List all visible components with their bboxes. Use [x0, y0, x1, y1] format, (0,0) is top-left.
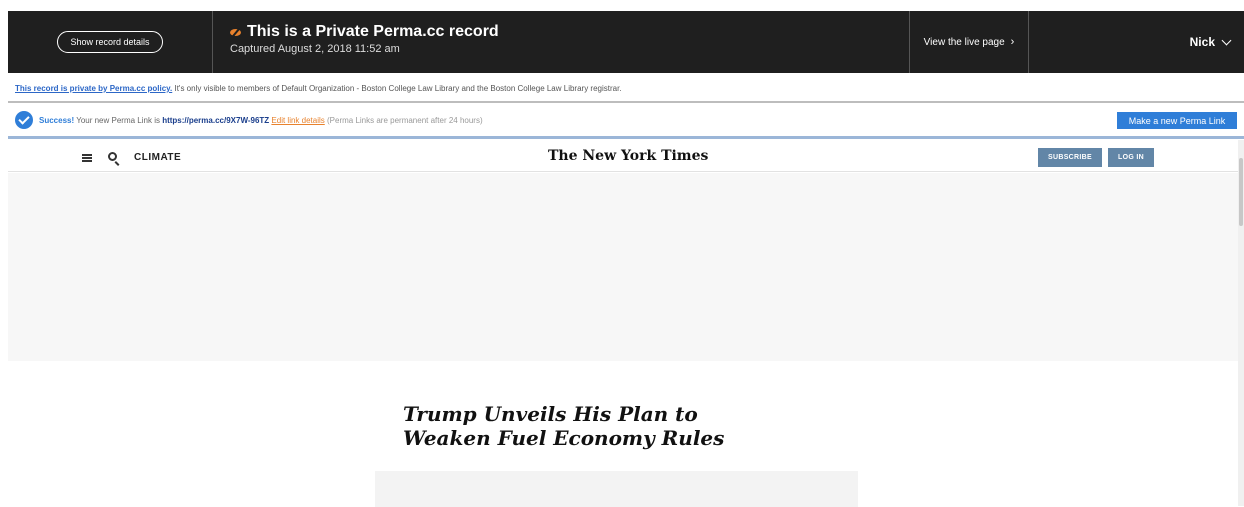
edit-link-details-link[interactable]: Edit link details: [271, 116, 324, 125]
record-details-section: Show record details: [8, 11, 213, 73]
success-banner: Success! Your new Perma Link is https://…: [15, 111, 483, 129]
article-headline: Trump Unveils His Plan to Weaken Fuel Ec…: [403, 402, 823, 450]
perma-record-bar: Show record details This is a Private Pe…: [8, 11, 1244, 73]
archived-page-frame: CLIMATE The New York Times SUBSCRIBE LOG…: [8, 140, 1238, 507]
ad-placeholder: [8, 173, 1238, 361]
search-icon[interactable]: [108, 152, 117, 161]
privacy-notice: This record is private by Perma.cc polic…: [15, 84, 622, 93]
make-new-perma-link-button[interactable]: Make a new Perma Link: [1117, 112, 1237, 129]
perma-link-url[interactable]: https://perma.cc/9X7W-96TZ: [162, 116, 269, 125]
privacy-policy-link[interactable]: This record is private by Perma.cc polic…: [15, 84, 172, 93]
capture-date: Captured August 2, 2018 11:52 am: [230, 43, 400, 55]
chevron-down-icon: [1221, 35, 1232, 45]
subscribe-button[interactable]: SUBSCRIBE: [1038, 148, 1102, 167]
success-text: Your new Perma Link is: [74, 115, 163, 125]
success-label: Success!: [39, 115, 75, 125]
private-eye-slash-icon: [230, 27, 241, 37]
user-name: Nick: [1189, 35, 1215, 49]
show-record-details-button[interactable]: Show record details: [57, 31, 163, 53]
check-circle-icon: [15, 111, 33, 129]
headline-line-1: Trump Unveils His Plan to: [403, 402, 698, 426]
record-info: This is a Private Perma.cc record Captur…: [213, 11, 909, 73]
headline-line-2: Weaken Fuel Economy Rules: [403, 426, 725, 450]
privacy-message: It's only visible to members of Default …: [172, 84, 622, 93]
divider-blue: [8, 136, 1244, 139]
chevron-right-icon: ›: [1010, 36, 1015, 48]
nyt-header: CLIMATE The New York Times SUBSCRIBE LOG…: [8, 140, 1238, 172]
section-link-climate[interactable]: CLIMATE: [134, 152, 181, 163]
divider: [8, 101, 1244, 103]
record-title: This is a Private Perma.cc record: [247, 23, 499, 40]
user-menu[interactable]: Nick: [1029, 11, 1244, 73]
hamburger-menu-icon[interactable]: [82, 154, 92, 162]
nyt-logo[interactable]: The New York Times: [548, 148, 708, 164]
media-placeholder: [375, 471, 858, 507]
permanence-note: (Perma Links are permanent after 24 hour…: [327, 115, 483, 125]
scrollbar-thumb[interactable]: [1239, 158, 1243, 226]
record-title-row: This is a Private Perma.cc record: [230, 23, 909, 41]
view-live-page-label: View the live page: [923, 36, 1005, 48]
view-live-page-link[interactable]: View the live page ›: [909, 11, 1029, 73]
login-button[interactable]: LOG IN: [1108, 148, 1154, 167]
